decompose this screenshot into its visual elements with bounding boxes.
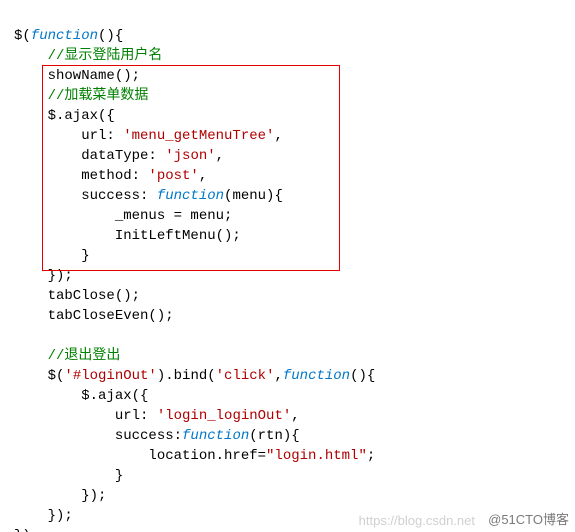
watermark-brand: @51CTO博客 [488,509,569,528]
code-line-10: _menus = menu; [14,208,232,224]
code-line-26: }) [14,528,31,532]
code-line-5: $.ajax({ [14,108,115,124]
code-line-13: }); [14,268,73,284]
code-line-15: tabCloseEven(); [14,308,174,324]
code-line-24: }); [14,488,106,504]
code-line-18: $('#loginOut').bind('click',function(){ [14,368,375,384]
code-line-12: } [14,248,90,264]
code-line-17: //退出登出 [14,348,120,364]
code-line-9: success: function(menu){ [14,188,283,204]
code-snippet: $(function(){ //显示登陆用户名 showName(); //加载… [0,0,575,532]
code-line-21: success:function(rtn){ [14,428,300,444]
code-line-20: url: 'login_loginOut', [14,408,300,424]
code-line-23: } [14,468,123,484]
watermark-url: https://blog.csdn.net [359,513,475,528]
code-line-1: $(function(){ [14,28,123,44]
code-line-3: showName(); [14,68,140,84]
code-line-7: dataType: 'json', [14,148,224,164]
code-line-25: }); [14,508,73,524]
code-line-11: InitLeftMenu(); [14,228,241,244]
code-line-4: //加载菜单数据 [14,88,148,104]
code-line-19: $.ajax({ [14,388,148,404]
code-line-22: location.href="login.html"; [14,448,375,464]
code-line-2: //显示登陆用户名 [14,48,162,64]
code-line-14: tabClose(); [14,288,140,304]
code-line-8: method: 'post', [14,168,207,184]
code-line-6: url: 'menu_getMenuTree', [14,128,283,144]
